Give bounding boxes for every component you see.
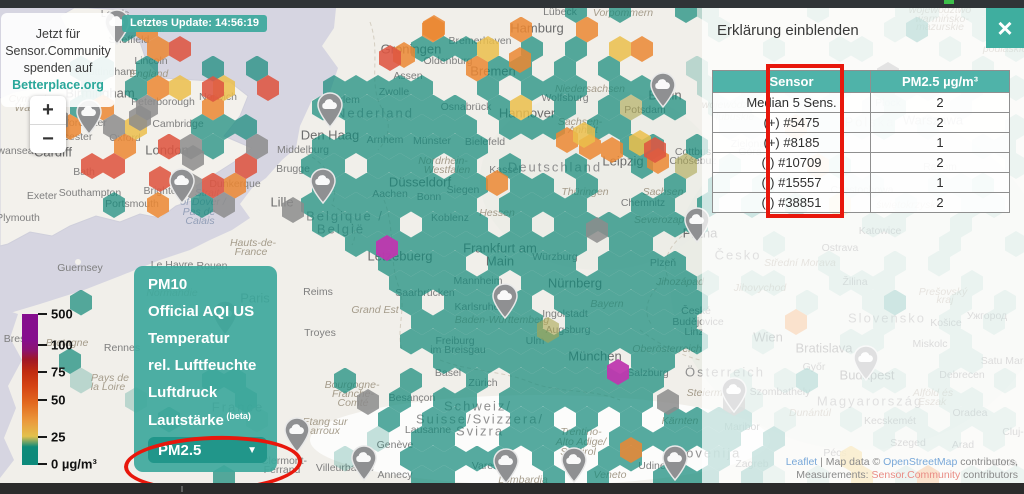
map-label: Brest bbox=[4, 333, 29, 345]
sensor-cluster-pin[interactable] bbox=[317, 92, 343, 128]
close-icon[interactable]: × bbox=[986, 8, 1024, 48]
chevron-down-icon: ▼ bbox=[247, 445, 257, 456]
sensor-cluster-pin[interactable] bbox=[351, 445, 377, 481]
sensor-cell[interactable]: (-) #15557 bbox=[713, 173, 871, 193]
value-cell: 2 bbox=[871, 93, 1010, 113]
value-cell: 2 bbox=[871, 153, 1010, 173]
table-row: (-) #388512 bbox=[713, 193, 1010, 213]
sensor-community-link[interactable]: Sensor.Community bbox=[872, 469, 961, 481]
map-label: Exeter bbox=[27, 190, 57, 202]
map-label: Troyes bbox=[304, 327, 336, 339]
table-row: (-) #107092 bbox=[713, 153, 1010, 173]
layer-menu-item-rel-luftfeuchte[interactable]: rel. Luftfeuchte bbox=[148, 357, 267, 374]
map-label: Deutschland bbox=[508, 160, 602, 175]
map-label: la Loire bbox=[91, 381, 125, 393]
zoom-out-button[interactable]: − bbox=[30, 124, 66, 153]
value-column-header: PM2.5 µg/m³ bbox=[871, 71, 1010, 93]
donation-line: Jetzt für bbox=[36, 27, 80, 41]
sensor-cluster-pin[interactable] bbox=[493, 448, 519, 483]
map-label: arroux bbox=[310, 425, 340, 437]
donation-line: spenden auf bbox=[24, 61, 93, 75]
sensor-cell[interactable]: (-) #38851 bbox=[713, 193, 871, 213]
layer-menu: PM10 Official AQI US Temperatur rel. Luftfe… bbox=[134, 266, 277, 472]
sensor-cluster-pin[interactable] bbox=[561, 447, 587, 483]
map-label: Plymouth bbox=[0, 212, 40, 224]
sensor-cell[interactable]: (+) #5475 bbox=[713, 113, 871, 133]
browser-top-bar bbox=[0, 0, 1024, 8]
layer-menu-item-temperatur[interactable]: Temperatur bbox=[148, 330, 267, 347]
map-label: France bbox=[235, 246, 268, 258]
bottom-bar-tick bbox=[181, 486, 183, 492]
map-label: Grand Est bbox=[351, 304, 398, 316]
layer-menu-item-pm10[interactable]: PM10 bbox=[148, 276, 267, 293]
last-update-badge: Letztes Update: 14:56:19 bbox=[122, 15, 267, 32]
osm-link[interactable]: OpenStreetMap bbox=[883, 456, 957, 468]
value-cell: 2 bbox=[871, 113, 1010, 133]
sensor-cell[interactable]: (+) #8185 bbox=[713, 133, 871, 153]
attribution-text: contributors bbox=[960, 469, 1018, 481]
map-label: Reims bbox=[303, 286, 333, 298]
table-row: (+) #81851 bbox=[713, 133, 1010, 153]
layer-menu-items: PM10 Official AQI US Temperatur rel. Luftfe… bbox=[148, 276, 267, 429]
sensor-cell[interactable]: (-) #10709 bbox=[713, 153, 871, 173]
layer-menu-item-official-aqi-us[interactable]: Official AQI US bbox=[148, 303, 267, 320]
leaflet-link[interactable]: Leaflet bbox=[786, 456, 818, 468]
table-row: (+) #54752 bbox=[713, 113, 1010, 133]
map-attribution: Leaflet | Map data © OpenStreetMap contr… bbox=[786, 456, 1018, 482]
green-indicator bbox=[944, 0, 954, 4]
value-cell: 1 bbox=[871, 173, 1010, 193]
map-zoom-control: + − bbox=[30, 96, 66, 153]
zoom-in-button[interactable]: + bbox=[30, 96, 66, 124]
betterplace-link[interactable]: Betterplace.org bbox=[12, 78, 104, 92]
sensor-cluster-pin[interactable] bbox=[492, 283, 518, 319]
sensor-cluster-pin[interactable] bbox=[284, 417, 310, 453]
table-row: (-) #155571 bbox=[713, 173, 1010, 193]
selected-layer-label: PM2.5 bbox=[158, 442, 201, 459]
bottom-bar bbox=[0, 483, 1024, 494]
sensor-cluster-pin[interactable] bbox=[169, 168, 195, 204]
attribution-text: Measurements: bbox=[796, 469, 871, 481]
value-cell: 1 bbox=[871, 133, 1010, 153]
layer-menu-item-luftdruck[interactable]: Luftdruck bbox=[148, 384, 267, 401]
layer-select-pm25[interactable]: PM2.5 ▼ bbox=[148, 437, 267, 463]
explanation-toggle[interactable]: Erklärung einblenden bbox=[717, 22, 859, 39]
explanation-panel: Erklärung einblenden × Sensor PM2.5 µg/m… bbox=[702, 8, 1024, 483]
app-window: LeedsHullSheffieldLincolnNottinghamEngla… bbox=[0, 0, 1024, 494]
donation-box: Jetzt für Sensor.Community spenden auf B… bbox=[1, 13, 115, 107]
sensor-cluster-pin[interactable] bbox=[650, 72, 676, 108]
layer-menu-item-lautst-rke[interactable]: Lautstärke (beta) bbox=[148, 411, 267, 429]
table-row: Median 5 Sens.2 bbox=[713, 93, 1010, 113]
sensor-cluster-pin[interactable] bbox=[662, 445, 688, 481]
sensor-cell: Median 5 Sens. bbox=[713, 93, 871, 113]
map-label: Guernsey bbox=[57, 262, 103, 274]
attribution-text: contributors, bbox=[957, 456, 1018, 468]
sensor-column-header: Sensor bbox=[713, 71, 871, 93]
value-cell: 2 bbox=[871, 193, 1010, 213]
donation-line: Sensor.Community bbox=[5, 44, 111, 58]
sensor-cluster-pin[interactable] bbox=[310, 168, 336, 204]
map-label: Swansea bbox=[0, 145, 34, 157]
sensor-table: Sensor PM2.5 µg/m³ Median 5 Sens.2(+) #5… bbox=[712, 70, 1010, 213]
map-label: Annecy bbox=[377, 469, 412, 481]
map-label: Bretagne bbox=[46, 337, 89, 349]
attribution-text: | Map data © bbox=[817, 456, 883, 468]
